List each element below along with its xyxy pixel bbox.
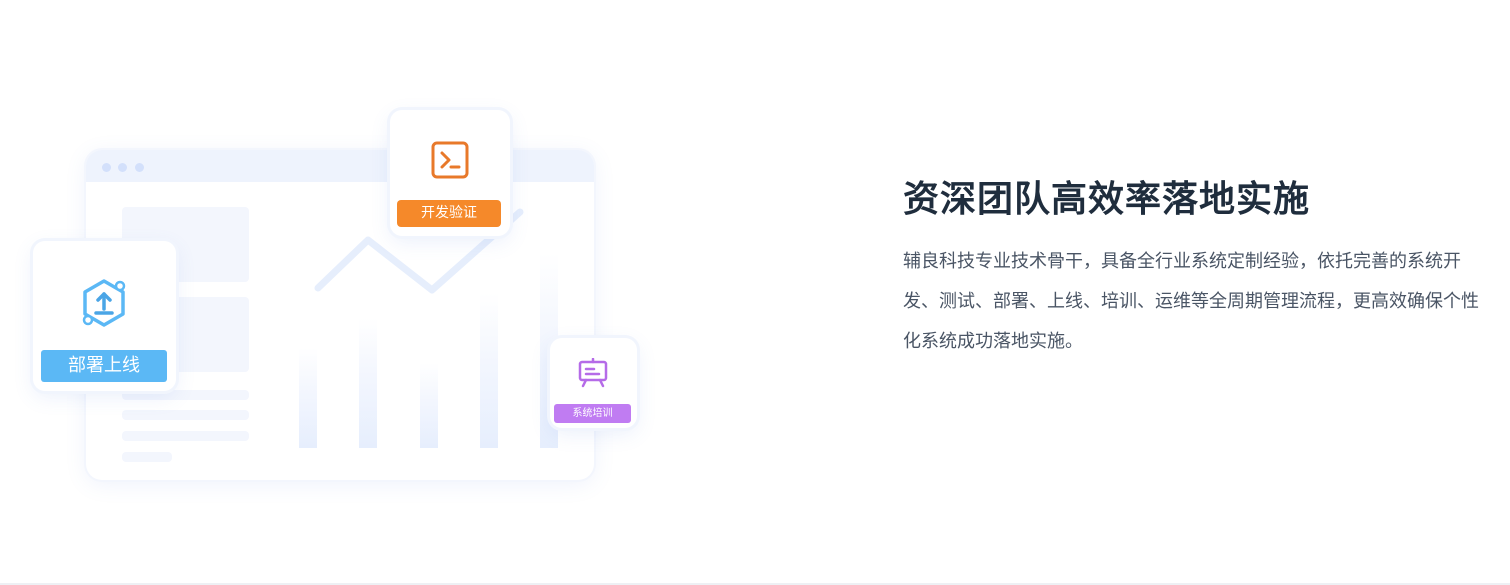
section-description: 辅良科技专业技术骨干，具备全行业系统定制经验，依托完善的系统开发、测试、部署、上… bbox=[903, 251, 1479, 352]
illustration: 开发验证 部署上线 系统培训 bbox=[0, 0, 700, 585]
section-heading: 资深团队高效率落地实施 bbox=[903, 179, 1311, 220]
card-label-training: 系统培训 bbox=[554, 404, 631, 423]
card-training: 系统培训 bbox=[550, 338, 637, 428]
terminal-icon bbox=[431, 141, 469, 179]
presentation-board-icon bbox=[578, 358, 608, 388]
card-dev-verify: 开发验证 bbox=[390, 110, 510, 236]
card-label-dev: 开发验证 bbox=[397, 200, 501, 227]
upload-icon bbox=[82, 279, 126, 327]
card-deploy: 部署上线 bbox=[33, 241, 176, 391]
card-label-deploy: 部署上线 bbox=[41, 350, 167, 382]
